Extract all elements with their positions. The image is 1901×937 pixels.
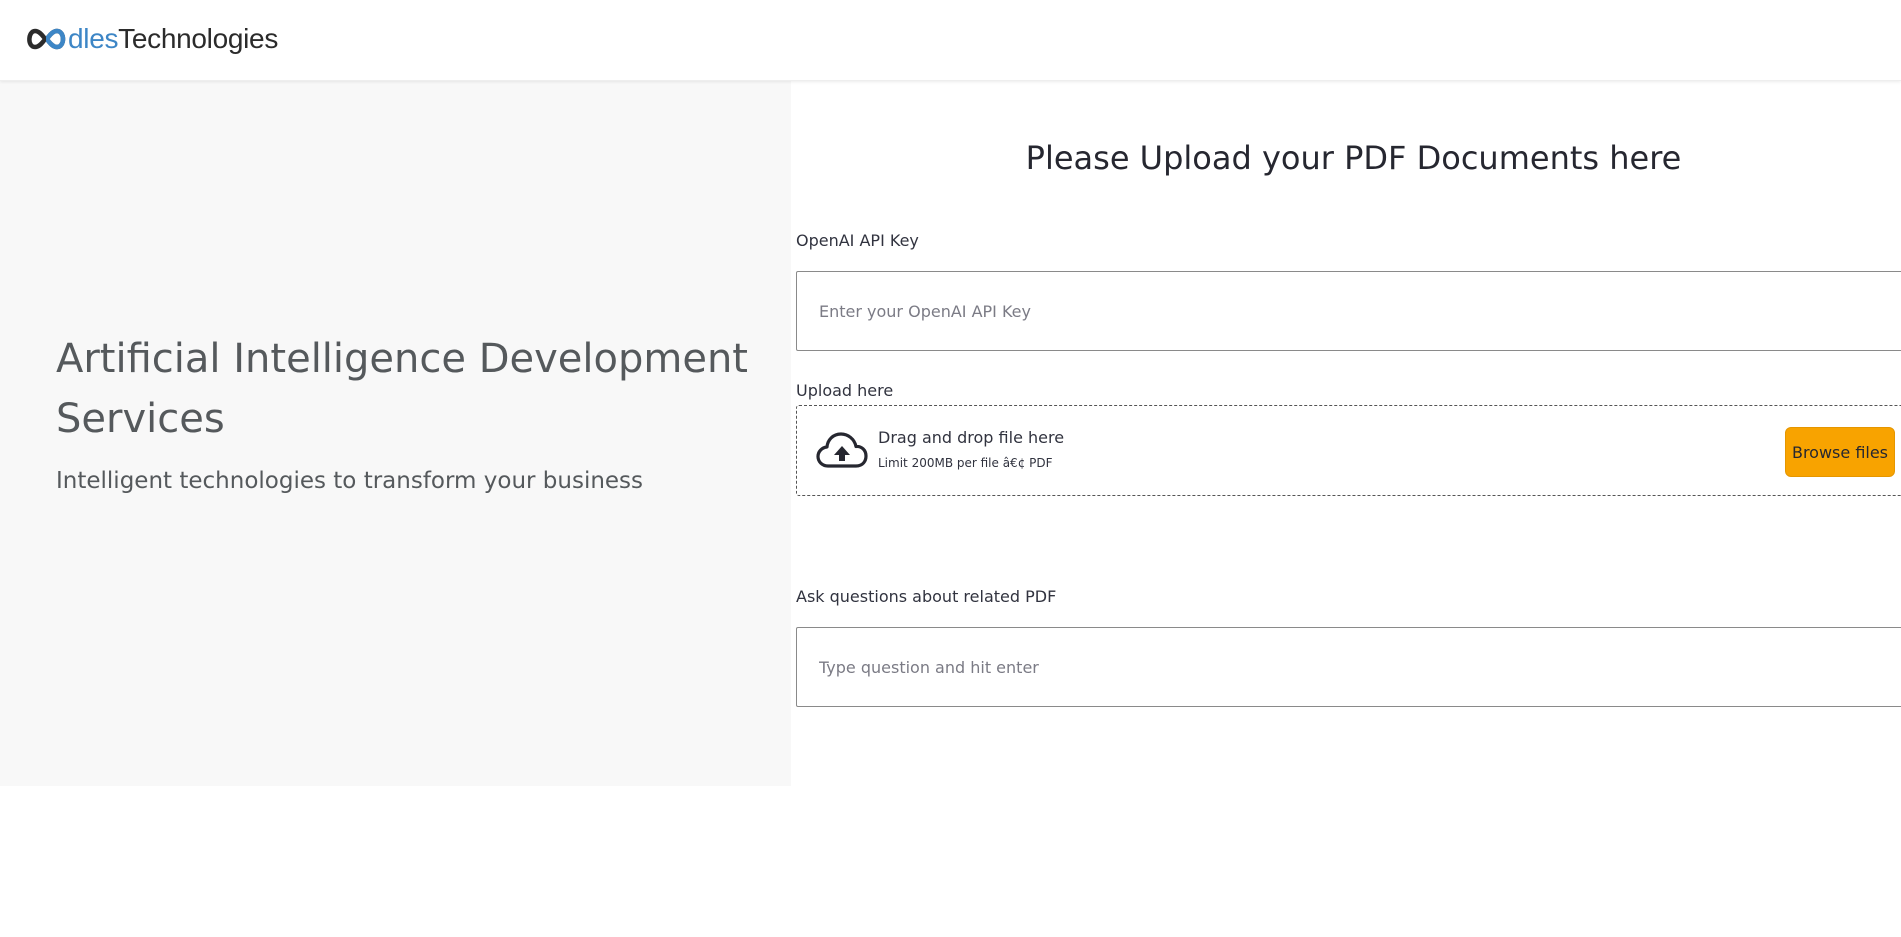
- brand-logo[interactable]: dles Technologies: [24, 20, 278, 58]
- upload-label: Upload here: [796, 381, 894, 400]
- hero-subtitle: Intelligent technologies to transform yo…: [56, 468, 644, 494]
- logo-text-odles: dles: [68, 23, 119, 54]
- cloud-upload-icon: [816, 432, 868, 468]
- file-dropzone[interactable]: Drag and drop file here Limit 200MB per …: [796, 405, 1901, 496]
- api-key-label: OpenAI API Key: [796, 231, 919, 250]
- upload-panel: Please Upload your PDF Documents here Op…: [791, 81, 1901, 786]
- question-label: Ask questions about related PDF: [796, 587, 1057, 606]
- hero-title: Artificial Intelligence Development Serv…: [56, 336, 748, 442]
- browse-files-button[interactable]: Browse files: [1785, 427, 1895, 477]
- infinity-loop-logo-icon: [27, 28, 66, 50]
- question-input[interactable]: [796, 627, 1901, 707]
- api-key-input[interactable]: [796, 271, 1901, 351]
- dropzone-instruction: Drag and drop file here: [878, 428, 1065, 447]
- page-title: Please Upload your PDF Documents here: [1025, 139, 1682, 177]
- dropzone-file-limit: Limit 200MB per file â€¢ PDF: [878, 456, 1053, 470]
- logo-text-technologies: Technologies: [118, 23, 279, 54]
- hero-panel: Artificial Intelligence Development Serv…: [0, 81, 791, 786]
- top-header: dles Technologies: [0, 0, 1901, 81]
